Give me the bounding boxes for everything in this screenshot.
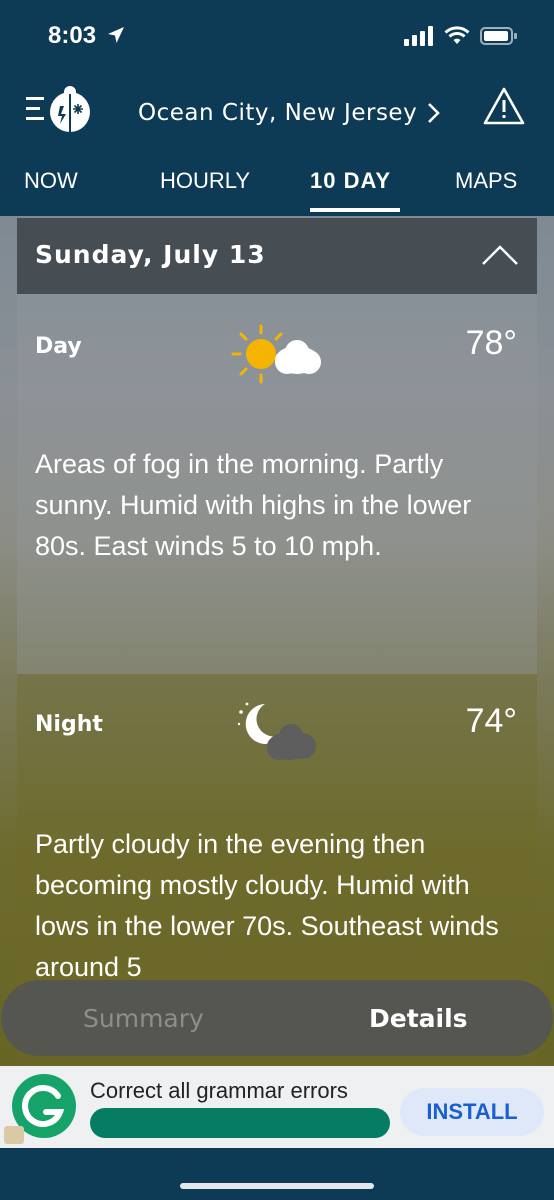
day-section: Day 78° Areas of fog in the morning. Par…	[17, 294, 537, 674]
chevron-right-icon	[428, 103, 441, 123]
warning-icon	[483, 87, 525, 125]
chevron-up-icon[interactable]	[481, 244, 519, 266]
partly-cloudy-night-icon	[237, 702, 316, 760]
ad-choices-icon[interactable]	[4, 1126, 24, 1144]
night-temperature: 74°	[465, 702, 517, 740]
location-selector[interactable]: Ocean City, New Jersey	[138, 100, 441, 126]
day-label: Day	[35, 334, 82, 359]
location-arrow-icon	[107, 27, 124, 43]
ad-progress-bar	[90, 1108, 390, 1138]
night-label: Night	[35, 712, 103, 737]
status-bar: 8:03	[0, 0, 554, 72]
active-tab-indicator	[310, 208, 400, 212]
tab-bar: NOW HOURLY 10 DAY MAPS	[0, 156, 554, 216]
battery-icon	[480, 27, 517, 45]
status-icons	[404, 26, 518, 46]
tab-10-day[interactable]: 10 DAY	[310, 168, 391, 194]
ad-banner[interactable]: Correct all grammar errors INSTALL	[0, 1066, 554, 1148]
view-toggle: Summary Details	[1, 980, 553, 1056]
tab-now[interactable]: NOW	[24, 168, 78, 194]
tab-hourly[interactable]: HOURLY	[160, 168, 250, 194]
alert-button[interactable]	[482, 86, 526, 126]
day-forecast-text: Areas of fog in the morning. Partly sunn…	[35, 449, 472, 561]
day-temperature: 78°	[465, 324, 517, 362]
status-time: 8:03	[48, 22, 125, 50]
bottom-safe-area	[0, 1148, 554, 1200]
ad-title: Correct all grammar errors	[90, 1078, 348, 1103]
app-header: Ocean City, New Jersey	[0, 72, 554, 156]
install-button[interactable]: INSTALL	[400, 1088, 544, 1136]
menu-button[interactable]	[26, 84, 96, 134]
day-date: Sunday, July 13	[35, 240, 266, 269]
home-indicator[interactable]	[180, 1183, 374, 1189]
forecast-content: Sunday, July 13 Day 78° Areas of fog in …	[0, 216, 554, 1066]
location-name: Ocean City, New Jersey	[138, 100, 418, 126]
night-forecast-text: Partly cloudy in the evening then becomi…	[35, 829, 499, 982]
summary-toggle-button[interactable]: Summary	[83, 1004, 204, 1033]
details-toggle-button[interactable]: Details	[369, 1004, 468, 1033]
wifi-icon	[444, 26, 470, 44]
cellular-signal-icon	[404, 26, 433, 46]
partly-sunny-icon	[231, 324, 321, 384]
day-header[interactable]: Sunday, July 13	[17, 218, 537, 294]
tab-maps[interactable]: MAPS	[455, 168, 517, 194]
menu-ladybug-icon	[26, 86, 90, 132]
